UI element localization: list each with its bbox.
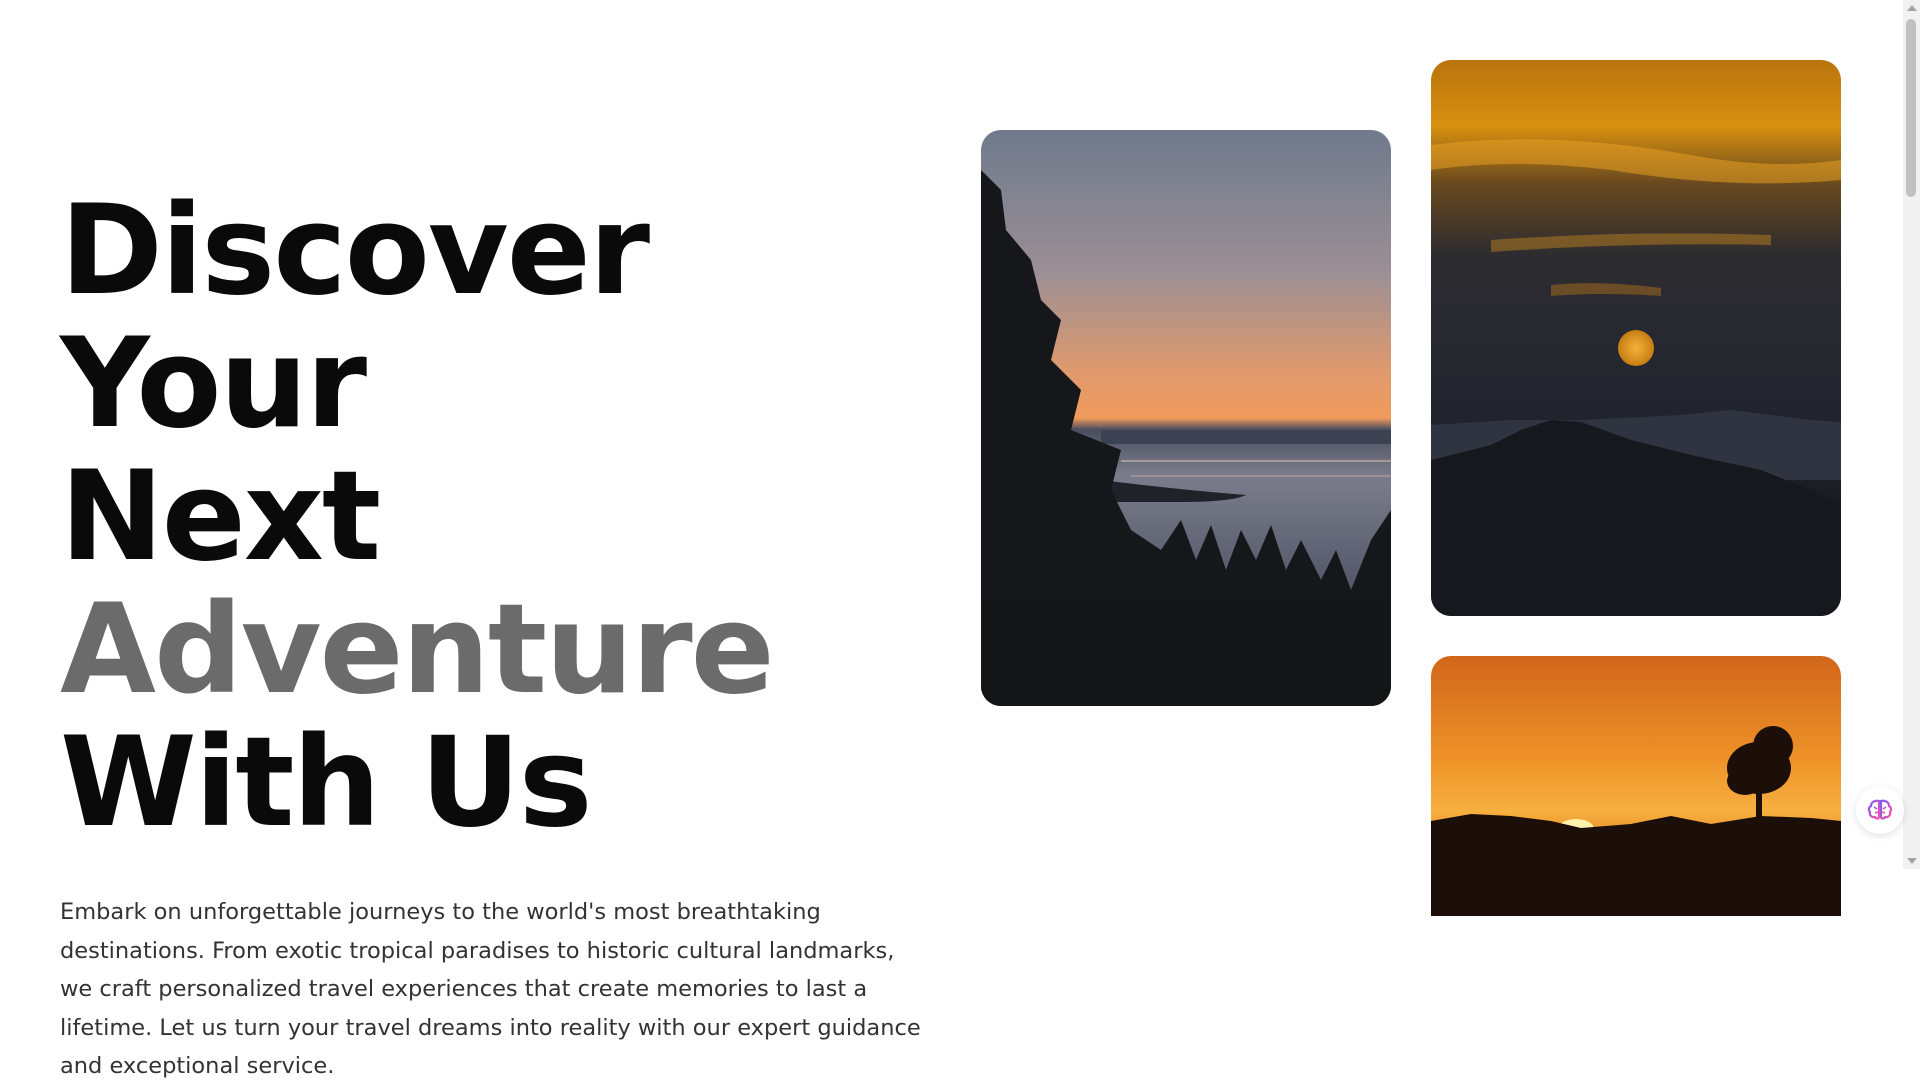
- savanna-sunset-image: [1431, 656, 1841, 916]
- headline-line-3: With Us: [60, 711, 592, 855]
- headline-line-1: Discover Your: [60, 179, 650, 456]
- mountain-sunset-image: [1431, 60, 1841, 616]
- page-scrollbar[interactable]: [1903, 0, 1920, 869]
- hero-headline: Discover Your Next Adventure With Us: [60, 185, 940, 850]
- gallery-photo-mountain-sunset: [1431, 60, 1841, 616]
- hero-description: Embark on unforgettable journeys to the …: [60, 899, 921, 1079]
- assistant-button[interactable]: [1856, 786, 1904, 834]
- scroll-up-arrow-icon[interactable]: [1907, 5, 1917, 11]
- scrollbar-thumb[interactable]: [1906, 19, 1916, 197]
- gallery-photo-savanna-sunset: [1431, 656, 1841, 916]
- lake-sunset-image: [981, 130, 1391, 706]
- brain-icon: [1867, 799, 1893, 820]
- headline-line-2: Next: [60, 445, 381, 589]
- scroll-down-arrow-icon[interactable]: [1907, 858, 1917, 864]
- headline-accent-word: Adventure: [60, 578, 775, 722]
- hero-section: Discover Your Next Adventure With Us Emb…: [60, 185, 940, 1086]
- gallery-photo-lake-sunset: [981, 130, 1391, 706]
